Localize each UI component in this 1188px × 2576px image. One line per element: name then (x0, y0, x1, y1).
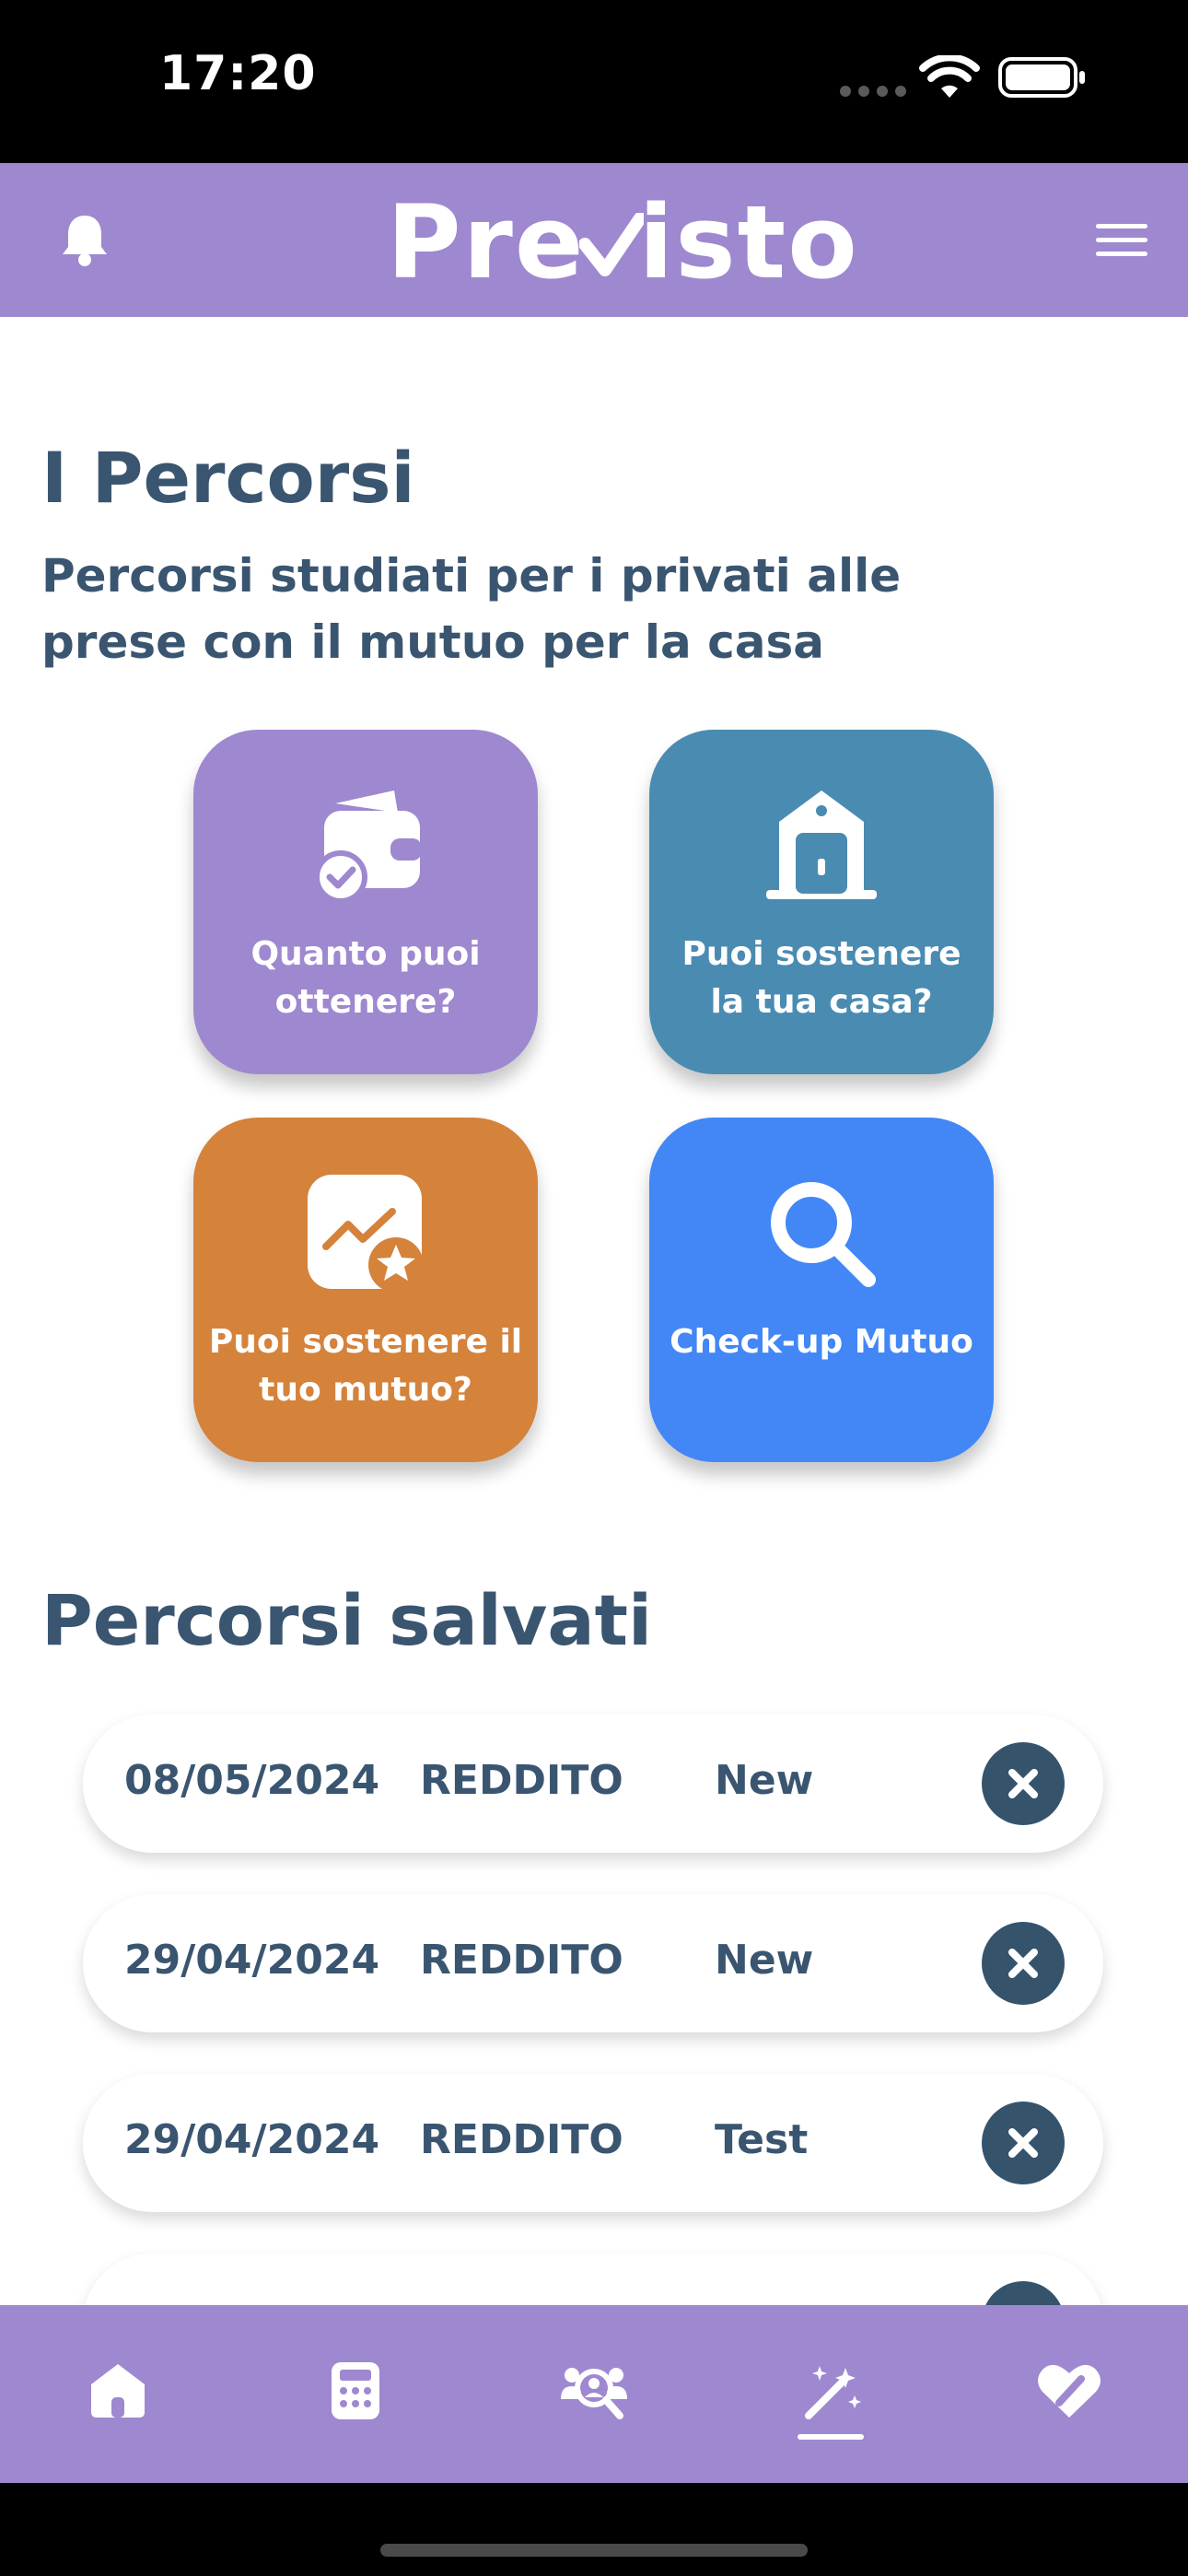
cellular-signal-icon (840, 86, 906, 97)
heart-edit-icon (1038, 2364, 1101, 2418)
tile-check-up-mutuo[interactable]: Check-up Mutuo (649, 1118, 994, 1462)
saved-date: 29/04/2024 (124, 2116, 380, 2163)
status-time: 17:20 (159, 46, 317, 101)
delete-button[interactable] (982, 1922, 1065, 2005)
nav-favorites[interactable] (1028, 2359, 1111, 2441)
tile-quanto-puoi-ottenere[interactable]: Quanto puoi ottenere? (193, 730, 538, 1074)
saved-name: New (715, 1937, 814, 1984)
saved-date: 08/05/2024 (124, 1757, 380, 1804)
app-header: Pre isto (0, 163, 1188, 317)
close-icon (1008, 1769, 1038, 1798)
tile-puoi-sostenere-mutuo[interactable]: Puoi sostenere il tuo mutuo? (193, 1118, 538, 1462)
search-icon (771, 1182, 876, 1287)
chart-star-icon (308, 1175, 424, 1293)
tile-label: Puoi sostenere la tua casa? (681, 935, 961, 1021)
active-tab-indicator (798, 2434, 864, 2440)
home-indicator-area (0, 2483, 1188, 2576)
magic-wand-icon (805, 2366, 861, 2419)
saved-name: New (715, 1757, 814, 1804)
tile-label: Quanto puoi ottenere? (250, 935, 481, 1021)
wifi-icon (919, 55, 980, 98)
status-bar: 17:20 (0, 0, 1188, 163)
delete-button[interactable] (982, 2281, 1065, 2305)
main-content[interactable]: I Percorsi Percorsi studiati per i priva… (0, 317, 1188, 2305)
close-icon (1008, 2128, 1038, 2158)
battery-icon (998, 57, 1085, 98)
nav-calculator[interactable] (314, 2359, 397, 2441)
saved-type: REDDITO (420, 1757, 623, 1804)
saved-row[interactable]: 29/04/2024 REDDITO New (83, 1894, 1103, 2032)
house-icon (766, 790, 877, 899)
page-title: I Percorsi (41, 437, 415, 519)
saved-row[interactable]: 08/05/2024 REDDITO New (83, 1715, 1103, 1853)
delete-button[interactable] (982, 1742, 1065, 1825)
saved-date: 29/04/2024 (124, 1937, 380, 1984)
saved-section-title: Percorsi salvati (41, 1579, 652, 1661)
wallet-check-icon (314, 790, 422, 904)
saved-row[interactable]: 29/04/2024 REDDITO Test (83, 2074, 1103, 2212)
calculator-icon (332, 2362, 379, 2419)
saved-name: Test (715, 2116, 809, 2163)
close-icon (1008, 1949, 1038, 1978)
saved-type: REDDITO (420, 2116, 623, 2163)
bottom-nav (0, 2305, 1188, 2483)
home-icon (91, 2364, 145, 2418)
menu-icon[interactable] (1096, 222, 1147, 259)
notification-bell-icon[interactable] (61, 212, 109, 267)
page-subtitle: Percorsi studiati per i privati alle pre… (41, 549, 902, 669)
delete-button[interactable] (982, 2102, 1065, 2184)
nav-people-search[interactable] (553, 2359, 635, 2441)
nav-magic[interactable] (790, 2359, 873, 2441)
saved-type: REDDITO (420, 1937, 623, 1984)
tile-puoi-sostenere-casa[interactable]: Puoi sostenere la tua casa? (649, 730, 994, 1074)
tile-label: Puoi sostenere il tuo mutuo? (208, 1323, 523, 1409)
saved-row[interactable] (83, 2254, 1103, 2305)
nav-home[interactable] (76, 2359, 159, 2441)
app-logo: Pre isto (387, 183, 859, 301)
logo-check-icon (579, 213, 645, 276)
tile-label: Check-up Mutuo (670, 1323, 973, 1361)
people-search-icon (561, 2368, 627, 2419)
home-indicator[interactable] (380, 2544, 808, 2557)
